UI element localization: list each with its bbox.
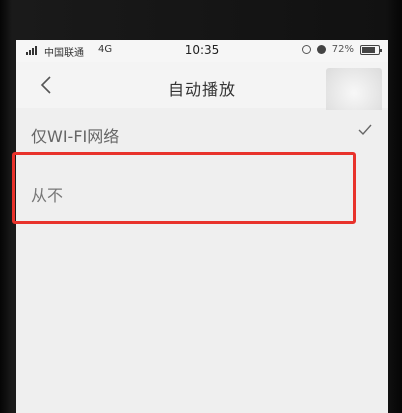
option-label: 仅WI-FI网络 <box>31 127 120 146</box>
screen: 中国联通 4G 10:35 72% 自动播放 仅WI-FI网络 从不 <box>12 40 388 413</box>
status-right-group: 72% <box>301 44 382 55</box>
option-wifi-only[interactable]: 仅WI-FI网络 <box>16 110 388 156</box>
alarm-icon <box>316 45 326 54</box>
option-label: 从不 <box>31 186 64 205</box>
phone-frame: 中国联通 4G 10:35 72% 自动播放 仅WI-FI网络 从不 <box>0 0 402 413</box>
status-bar: 中国联通 4G 10:35 72% <box>16 40 388 62</box>
empty-area <box>16 240 388 413</box>
option-list: 仅WI-FI网络 从不 <box>16 110 388 224</box>
battery-percent: 72% <box>331 44 354 55</box>
nav-bar: 自动播放 <box>16 62 388 118</box>
checkmark-icon <box>358 124 372 136</box>
option-never[interactable]: 从不 <box>16 164 388 224</box>
orientation-lock-icon <box>301 45 311 54</box>
battery-icon <box>360 44 382 55</box>
